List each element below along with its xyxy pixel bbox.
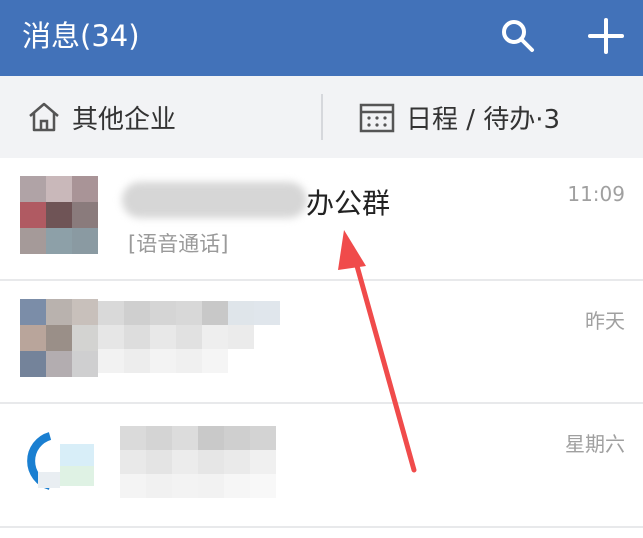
page-title: 消息(34) xyxy=(22,19,140,53)
schedule-todo-button[interactable]: 日程 / 待办·3 xyxy=(358,97,560,137)
plus-icon[interactable] xyxy=(586,16,626,56)
search-icon[interactable] xyxy=(498,16,538,56)
avatar xyxy=(20,299,98,377)
conversation-time: 11:09 xyxy=(567,182,625,206)
conversation-row[interactable]: 星期六 xyxy=(0,404,643,526)
schedule-todo-label: 日程 / 待办·3 xyxy=(406,104,561,135)
shortcut-bar: 其他企业 日程 / 待办·3 xyxy=(0,76,643,158)
conversation-row[interactable]: 昨天 xyxy=(0,281,643,403)
conversation-preview: [语音通话] xyxy=(128,232,229,256)
conversation-time: 星期六 xyxy=(565,432,625,456)
conversation-time: 昨天 xyxy=(585,309,625,333)
blurred-name xyxy=(98,301,306,373)
other-enterprise-label: 其他企业 xyxy=(72,104,177,135)
blurred-name xyxy=(122,182,307,218)
conversation-row[interactable]: 办公群 [语音通话] 11:09 xyxy=(0,158,643,280)
top-bar: 消息(34) xyxy=(0,0,643,76)
other-enterprise-button[interactable]: 其他企业 xyxy=(26,97,176,137)
home-icon xyxy=(29,102,59,132)
divider xyxy=(0,526,643,528)
avatar xyxy=(20,422,98,500)
avatar xyxy=(20,176,98,254)
conversation-name: 办公群 xyxy=(306,187,391,220)
blurred-name xyxy=(120,426,302,498)
divider xyxy=(321,94,323,140)
calendar-icon xyxy=(359,103,395,133)
